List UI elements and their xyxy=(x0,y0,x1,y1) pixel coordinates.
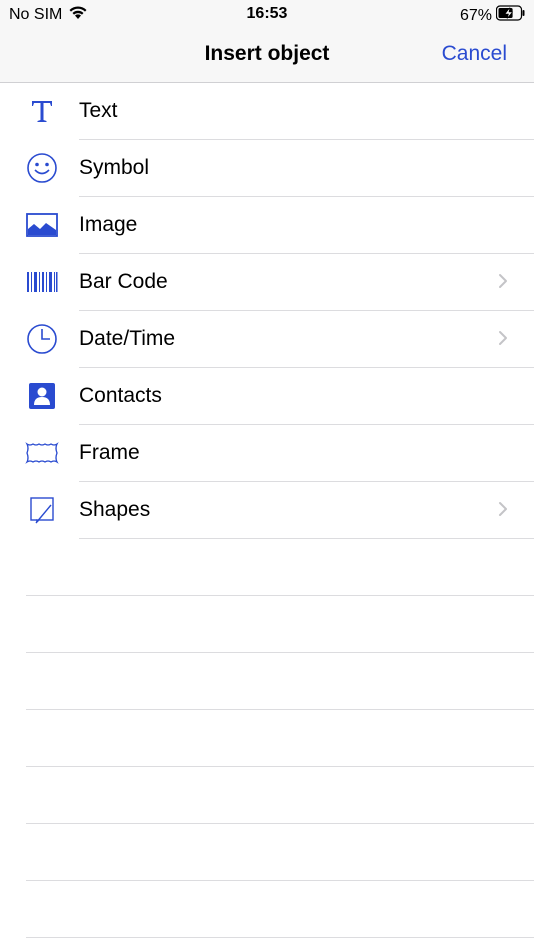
status-right: 67% xyxy=(460,5,526,26)
shapes-icon xyxy=(25,495,59,525)
battery-percent: 67% xyxy=(459,6,492,24)
battery-icon xyxy=(495,5,526,26)
list-item-label: Frame xyxy=(79,441,140,464)
empty-row xyxy=(0,653,534,710)
list-item-image[interactable]: Image xyxy=(0,197,534,254)
empty-row xyxy=(0,881,534,938)
empty-row xyxy=(0,767,534,824)
image-icon xyxy=(25,210,59,240)
chevron-right-icon xyxy=(498,273,508,294)
list-item-bar-code[interactable]: Bar Code xyxy=(0,254,534,311)
list-item-label: Bar Code xyxy=(79,270,168,293)
empty-row xyxy=(0,539,534,596)
contact-icon xyxy=(25,381,59,411)
list-item-label: Date/Time xyxy=(79,327,176,350)
list-item-frame[interactable]: Frame xyxy=(0,425,534,482)
chevron-right-icon xyxy=(498,330,508,351)
list-item-label: Contacts xyxy=(79,384,162,407)
list-item-symbol[interactable]: Symbol xyxy=(0,140,534,197)
smiley-icon xyxy=(25,153,59,183)
empty-row xyxy=(0,824,534,881)
list-item-label: Symbol xyxy=(79,156,150,179)
empty-row xyxy=(0,596,534,653)
list-item-label: Shapes xyxy=(79,498,151,521)
frame-icon xyxy=(25,438,59,468)
list-item-shapes[interactable]: Shapes xyxy=(0,482,534,539)
cancel-button[interactable]: Cancel xyxy=(442,42,507,66)
list-item-date-time[interactable]: Date/Time xyxy=(0,311,534,368)
chevron-right-icon xyxy=(498,501,508,522)
text-icon xyxy=(25,96,59,126)
list-item-label: Image xyxy=(79,213,138,236)
row-divider xyxy=(26,937,534,938)
list-item-contacts[interactable]: Contacts xyxy=(0,368,534,425)
clock-icon xyxy=(25,324,59,354)
list-item-text[interactable]: Text xyxy=(0,83,534,140)
status-bar: No SIM 16:53 67% xyxy=(0,0,534,28)
navigation-bar: Insert object Cancel xyxy=(0,28,534,83)
clock-time: 16:53 xyxy=(246,5,288,22)
empty-row xyxy=(0,710,534,767)
barcode-icon xyxy=(25,267,59,297)
list-item-label: Text xyxy=(79,99,118,122)
object-list: Text Symbol Image Bar Code Date/Time Con… xyxy=(0,83,534,938)
